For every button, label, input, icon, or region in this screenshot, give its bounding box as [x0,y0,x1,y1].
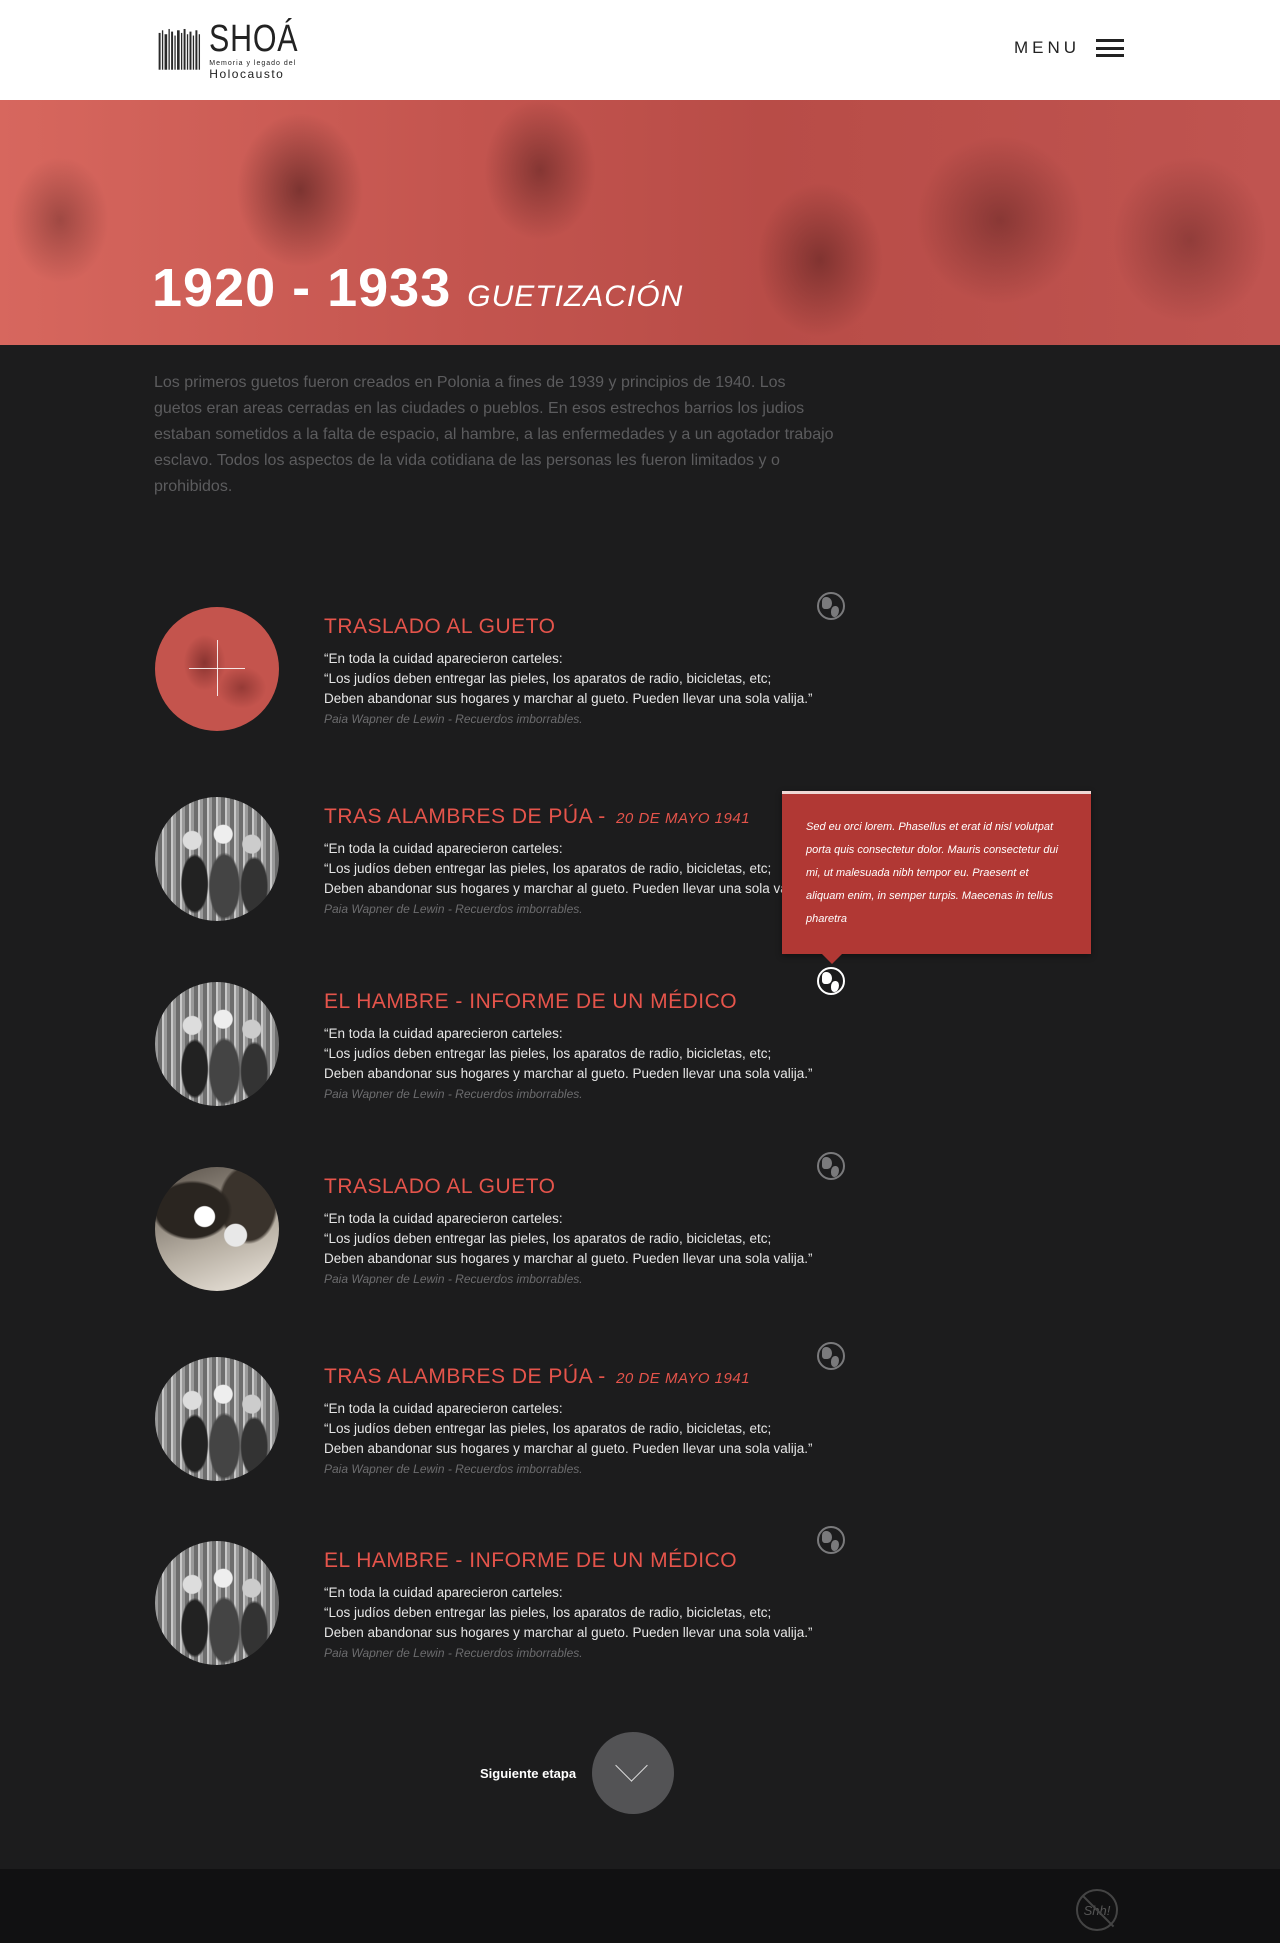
item-credit: Paia Wapner de Lewin - Recuerdos imborra… [324,1646,583,1660]
tooltip-text: Sed eu orci lorem. Phasellus et erat id … [806,821,1059,925]
menu-toggle[interactable]: MENU [1014,38,1124,58]
hero-banner: 1920 - 1933 GUETIZACIÓN [0,100,1280,345]
item-credit: Paia Wapner de Lewin - Recuerdos imborra… [324,1272,583,1286]
item-credit: Paia Wapner de Lewin - Recuerdos imborra… [324,1087,583,1101]
hero-subtitle: GUETIZACIÓN [467,280,684,313]
item-quote: “En toda la cuidad aparecieron carteles:… [324,1211,813,1266]
globe-icon[interactable] [817,1152,845,1180]
next-stage-label[interactable]: Siguiente etapa [480,1766,576,1781]
intro-paragraph: Los primeros guetos fueron creados en Po… [154,374,834,495]
timeline-item[interactable]: TRASLADO AL GUETO “En toda la cuidad apa… [154,592,854,737]
logo[interactable]: SHOÁ Memoria y legado del Holocausto [156,15,321,85]
globe-icon[interactable] [817,967,845,995]
globe-icon[interactable] [817,1342,845,1370]
logo-subtitle-holocausto: Holocausto [209,67,285,81]
timeline-item[interactable]: EL HAMBRE - INFORME DE UN MÉDICO “En tod… [154,967,854,1112]
shh-badge-icon[interactable]: Shh! [1076,1889,1118,1931]
item-credit: Paia Wapner de Lewin - Recuerdos imborra… [324,1462,583,1476]
item-title[interactable]: TRASLADO AL GUETO [324,1175,559,1199]
item-title[interactable]: TRAS ALAMBRES DE PÚA - 20 DE MAYO 1941 [324,805,750,829]
menu-label[interactable]: MENU [1014,38,1080,58]
timeline-item[interactable]: TRASLADO AL GUETO “En toda la cuidad apa… [154,1152,854,1297]
item-title[interactable]: EL HAMBRE - INFORME DE UN MÉDICO [324,990,741,1014]
chevron-down-icon[interactable] [592,1732,675,1814]
item-quote: “En toda la cuidad aparecieron carteles:… [324,1401,813,1456]
item-quote: “En toda la cuidad aparecieron carteles:… [324,1585,813,1640]
item-thumbnail[interactable] [155,1541,279,1665]
item-thumbnail[interactable] [155,1357,279,1481]
item-date: 20 DE MAYO 1941 [616,810,751,827]
hero-title: 1920 - 1933 GUETIZACIÓN [152,257,683,319]
logo-title: SHOÁ [209,18,299,60]
logo-subtitle: Memoria y legado del [209,60,297,67]
timeline-item[interactable]: EL HAMBRE - INFORME DE UN MÉDICO “En tod… [154,1526,854,1671]
footer: Shh! [0,1869,1280,1943]
item-credit: Paia Wapner de Lewin - Recuerdos imborra… [324,712,583,726]
globe-tooltip: Sed eu orci lorem. Phasellus et erat id … [782,791,1091,964]
item-thumbnail[interactable] [155,1167,279,1291]
hero-years: 1920 - 1933 [152,258,452,318]
globe-icon[interactable] [817,1526,845,1554]
tooltip-arrow [822,954,842,964]
item-quote: “En toda la cuidad aparecieron carteles:… [324,651,813,706]
globe-icon[interactable] [817,592,845,620]
hamburger-icon[interactable] [1096,39,1124,57]
logo-text: SHOÁ Memoria y legado del Holocausto [209,20,321,80]
item-quote: “En toda la cuidad aparecieron carteles:… [324,1026,813,1081]
item-title[interactable]: TRASLADO AL GUETO [324,615,559,639]
timeline-item[interactable]: TRAS ALAMBRES DE PÚA - 20 DE MAYO 1941 “… [154,797,854,927]
logo-figures-icon [158,28,201,70]
item-thumbnail[interactable] [155,982,279,1106]
item-credit: Paia Wapner de Lewin - Recuerdos imborra… [324,902,583,916]
site-header: SHOÁ Memoria y legado del Holocausto MEN… [0,0,1280,100]
next-stage[interactable]: Siguiente etapa [480,1732,675,1814]
item-thumbnail-expand[interactable] [155,607,279,731]
item-thumbnail[interactable] [155,797,279,921]
item-title[interactable]: EL HAMBRE - INFORME DE UN MÉDICO [324,1549,741,1573]
item-title[interactable]: TRAS ALAMBRES DE PÚA - 20 DE MAYO 1941 [324,1365,750,1389]
item-date: 20 DE MAYO 1941 [616,1370,751,1387]
timeline-item[interactable]: TRAS ALAMBRES DE PÚA - 20 DE MAYO 1941 “… [154,1342,854,1487]
